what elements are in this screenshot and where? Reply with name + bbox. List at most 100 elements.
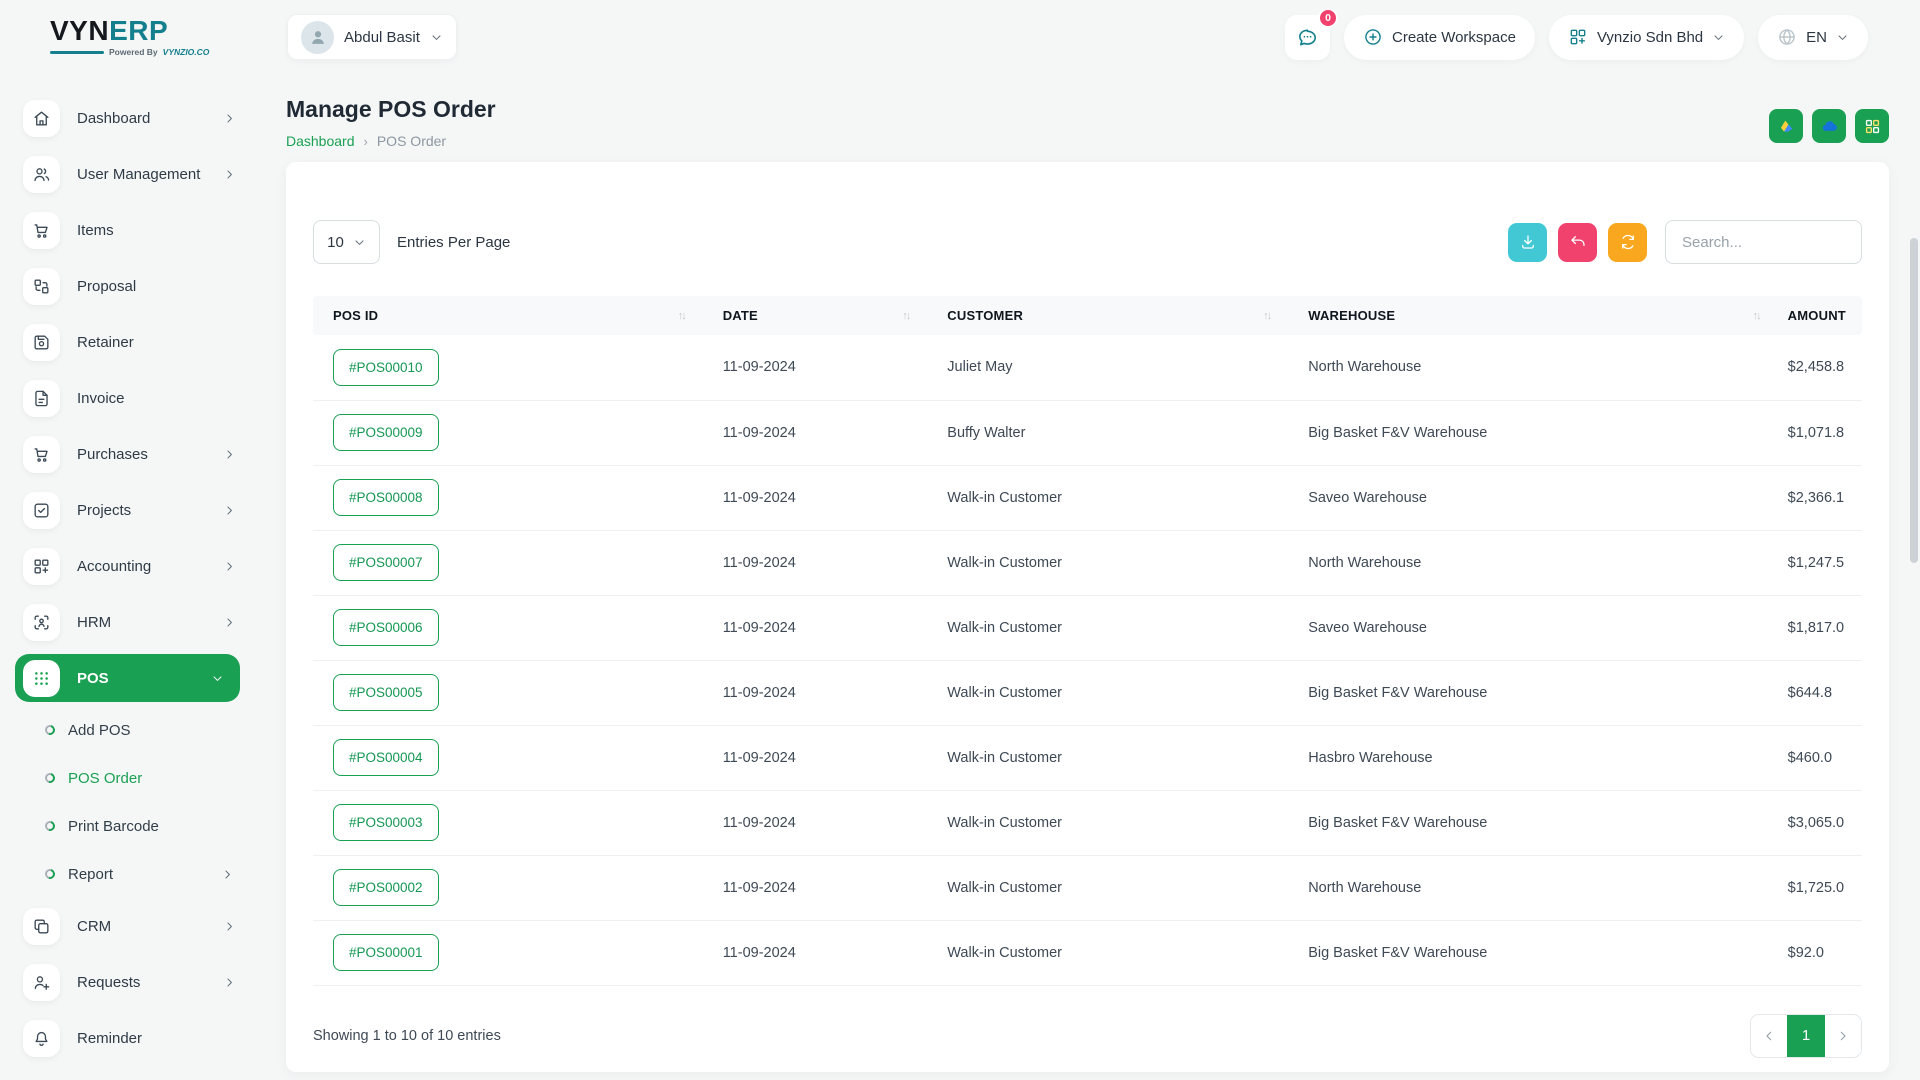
pos-id-badge[interactable]: #POS00001 bbox=[333, 934, 439, 971]
floppy-icon bbox=[23, 324, 60, 361]
sidebar-item-requests[interactable]: Requests bbox=[0, 954, 258, 1010]
pos-id-badge[interactable]: #POS00008 bbox=[333, 479, 439, 516]
column-header-customer[interactable]: CUSTOMER↑↓ bbox=[923, 296, 1284, 335]
column-header-pos-id[interactable]: POS ID↑↓ bbox=[313, 296, 699, 335]
pos-order-row: #POS0000211-09-2024Walk-in CustomerNorth… bbox=[313, 855, 1862, 920]
entries-per-page-select[interactable]: 10 bbox=[313, 220, 380, 264]
sidebar-item-reminder[interactable]: Reminder bbox=[0, 1010, 258, 1066]
pos-order-table: POS ID↑↓DATE↑↓CUSTOMER↑↓WAREHOUSE↑↓AMOUN… bbox=[313, 296, 1862, 986]
user-avatar-icon bbox=[301, 21, 334, 54]
sidebar-item-proposal[interactable]: Proposal bbox=[0, 258, 258, 314]
sidebar: DashboardUser ManagementItems Proposal Ret… bbox=[0, 74, 258, 1080]
app-logo-text: VYNERP bbox=[50, 17, 258, 45]
sidebar-subitem-add-pos[interactable]: Add POS bbox=[0, 706, 258, 754]
scrollbar-thumb[interactable] bbox=[1910, 238, 1918, 563]
pos-id-badge[interactable]: #POS00002 bbox=[333, 869, 439, 906]
column-header-warehouse[interactable]: WAREHOUSE↑↓ bbox=[1284, 296, 1773, 335]
next-page-button[interactable] bbox=[1825, 1015, 1861, 1057]
pos-id-badge[interactable]: #POS00007 bbox=[333, 544, 439, 581]
sidebar-item-projects[interactable]: Projects bbox=[0, 482, 258, 538]
search-input[interactable] bbox=[1665, 220, 1862, 264]
pos-id-badge[interactable]: #POS00004 bbox=[333, 739, 439, 776]
chevron-down-icon bbox=[211, 672, 224, 685]
warehouse-cell: North Warehouse bbox=[1284, 530, 1773, 595]
sidebar-item-label: CRM bbox=[77, 918, 223, 935]
bullet-icon bbox=[43, 819, 57, 833]
bullet-icon bbox=[43, 771, 57, 785]
sidebar-item-pos[interactable]: POS bbox=[15, 654, 240, 702]
google-drive-button[interactable] bbox=[1769, 109, 1803, 143]
sidebar-item-items[interactable]: Items bbox=[0, 202, 258, 258]
chevron-right-icon bbox=[223, 448, 236, 461]
sort-icon[interactable]: ↑↓ bbox=[1753, 310, 1764, 322]
customer-cell: Walk-in Customer bbox=[923, 725, 1284, 790]
prev-page-button[interactable] bbox=[1751, 1015, 1787, 1057]
workspace-selector[interactable]: Vynzio Sdn Bhd bbox=[1549, 15, 1744, 60]
amount-cell: $1,725.0 bbox=[1774, 855, 1862, 920]
warehouse-cell: Saveo Warehouse bbox=[1284, 465, 1773, 530]
amount-cell: $2,366.1 bbox=[1774, 465, 1862, 530]
copy-icon bbox=[23, 908, 60, 945]
column-header-date[interactable]: DATE↑↓ bbox=[699, 296, 924, 335]
language-selector[interactable]: EN bbox=[1758, 15, 1868, 60]
sidebar-item-label: Proposal bbox=[77, 278, 236, 295]
pos-id-badge[interactable]: #POS00009 bbox=[333, 414, 439, 451]
sidebar-item-label: Projects bbox=[77, 502, 223, 519]
pos-order-row: #POS0000311-09-2024Walk-in CustomerBig B… bbox=[313, 790, 1862, 855]
sidebar-subitem-report[interactable]: Report bbox=[0, 850, 258, 898]
page-1-button[interactable]: 1 bbox=[1787, 1015, 1825, 1057]
apps-grid-button[interactable] bbox=[1855, 109, 1889, 143]
sidebar-subitem-print-barcode[interactable]: Print Barcode bbox=[0, 802, 258, 850]
sidebar-item-hrm[interactable]: HRM bbox=[0, 594, 258, 650]
chevron-left-icon bbox=[1762, 1029, 1776, 1043]
sort-icon[interactable]: ↑↓ bbox=[902, 310, 913, 322]
sidebar-item-purchases[interactable]: Purchases bbox=[0, 426, 258, 482]
pos-id-badge[interactable]: #POS00006 bbox=[333, 609, 439, 646]
sidebar-item-label: Accounting bbox=[77, 558, 223, 575]
undo-arrow-icon bbox=[1569, 233, 1587, 251]
user-menu[interactable]: Abdul Basit bbox=[287, 14, 457, 60]
refresh-button[interactable] bbox=[1608, 223, 1647, 262]
warehouse-cell: Big Basket F&V Warehouse bbox=[1284, 400, 1773, 465]
sidebar-item-accounting[interactable]: Accounting bbox=[0, 538, 258, 594]
sidebar-subitem-label: Add POS bbox=[68, 722, 234, 739]
breadcrumb-dashboard-link[interactable]: Dashboard bbox=[286, 133, 355, 149]
sidebar-item-dashboard[interactable]: Dashboard bbox=[0, 90, 258, 146]
users-icon bbox=[23, 156, 60, 193]
entries-summary: Showing 1 to 10 of 10 entries bbox=[313, 1028, 501, 1044]
sidebar-item-crm[interactable]: CRM bbox=[0, 898, 258, 954]
entries-per-page-label: Entries Per Page bbox=[397, 234, 510, 251]
date-cell: 11-09-2024 bbox=[699, 855, 924, 920]
sidebar-item-invoice[interactable]: Invoice bbox=[0, 370, 258, 426]
pos-id-badge[interactable]: #POS00010 bbox=[333, 349, 439, 386]
customer-cell: Walk-in Customer bbox=[923, 855, 1284, 920]
sidebar-item-label: HRM bbox=[77, 614, 223, 631]
messages-button[interactable]: 0 bbox=[1285, 15, 1330, 60]
amount-cell: $1,071.8 bbox=[1774, 400, 1862, 465]
sidebar-item-retainer[interactable]: Retainer bbox=[0, 314, 258, 370]
date-cell: 11-09-2024 bbox=[699, 335, 924, 400]
sort-icon[interactable]: ↑↓ bbox=[1263, 310, 1274, 322]
undo-button[interactable] bbox=[1558, 223, 1597, 262]
breadcrumb: Dashboard › POS Order bbox=[286, 133, 496, 149]
amount-cell: $3,065.0 bbox=[1774, 790, 1862, 855]
amount-cell: $1,817.0 bbox=[1774, 595, 1862, 660]
create-workspace-button[interactable]: Create Workspace bbox=[1344, 15, 1535, 60]
pos-id-badge[interactable]: #POS00005 bbox=[333, 674, 439, 711]
date-cell: 11-09-2024 bbox=[699, 725, 924, 790]
app-logo[interactable]: VYNERP Powered By VYNZIO.CO bbox=[0, 17, 258, 57]
warehouse-cell: Big Basket F&V Warehouse bbox=[1284, 790, 1773, 855]
chevron-right-icon bbox=[221, 868, 234, 881]
dots-grid-icon bbox=[23, 660, 60, 697]
onedrive-button[interactable] bbox=[1812, 109, 1846, 143]
chat-bubble-icon bbox=[1296, 26, 1319, 49]
sidebar-item-label: Requests bbox=[77, 974, 223, 991]
sidebar-item-label: Retainer bbox=[77, 334, 236, 351]
pos-id-badge[interactable]: #POS00003 bbox=[333, 804, 439, 841]
check-square-icon bbox=[23, 492, 60, 529]
sidebar-subitem-pos-order[interactable]: POS Order bbox=[0, 754, 258, 802]
sort-icon[interactable]: ↑↓ bbox=[678, 310, 689, 322]
sidebar-item-user-management[interactable]: User Management bbox=[0, 146, 258, 202]
export-button[interactable] bbox=[1508, 223, 1547, 262]
user-plus-icon bbox=[23, 964, 60, 1001]
